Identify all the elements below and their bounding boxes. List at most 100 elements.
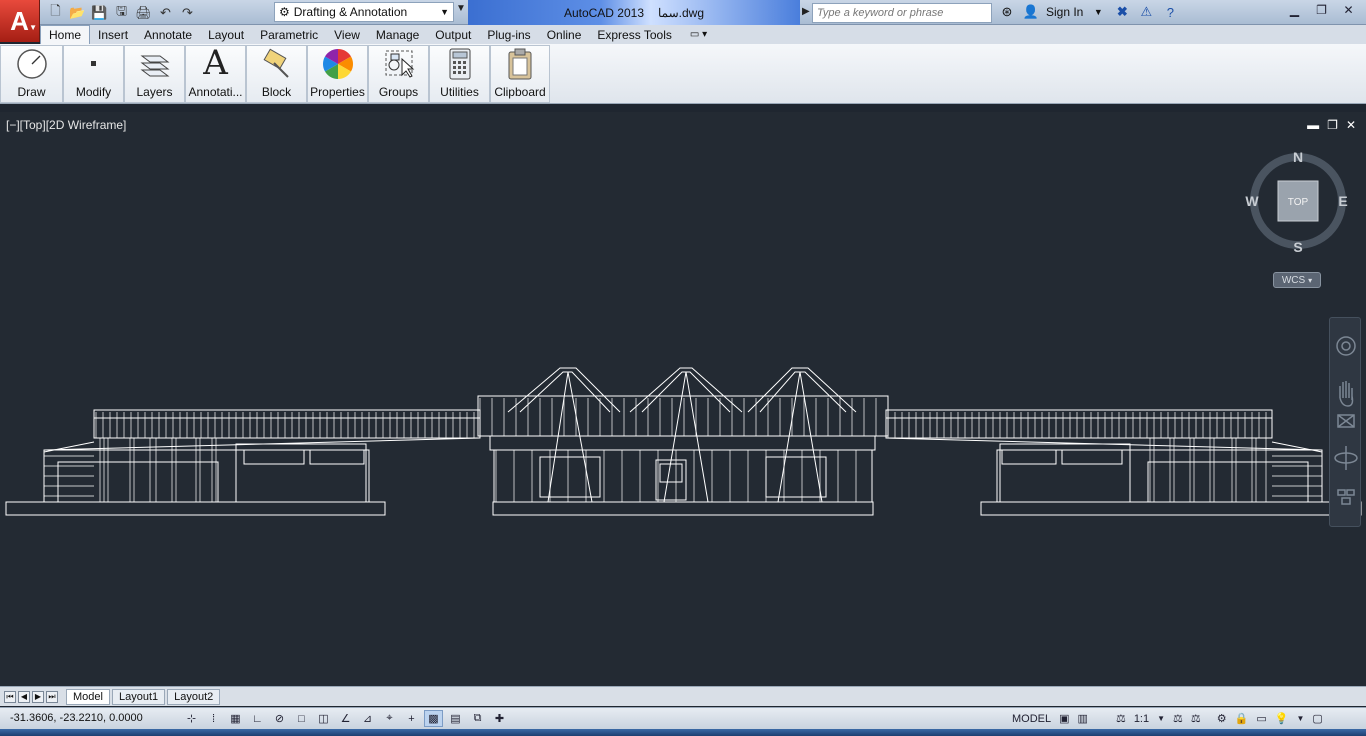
- new-file-icon[interactable]: 🗋: [46, 3, 65, 22]
- tab-output[interactable]: Output: [427, 25, 479, 44]
- os-taskbar: [0, 729, 1366, 736]
- hardware-acceleration-icon[interactable]: ▭: [1254, 710, 1268, 727]
- zoom-extents-icon[interactable]: [1337, 414, 1355, 428]
- quick-properties-icon[interactable]: ▤: [446, 710, 465, 727]
- selection-cycling-icon[interactable]: ⧉: [468, 710, 487, 727]
- restore-icon[interactable]: ❐: [1308, 0, 1335, 20]
- ortho-mode-icon[interactable]: ∟: [248, 710, 267, 727]
- ucs-menu[interactable]: WCS ▾: [1273, 272, 1321, 288]
- save-icon[interactable]: 💾: [90, 3, 109, 22]
- tab-online[interactable]: Online: [539, 25, 590, 44]
- isolate-objects-icon[interactable]: 💡: [1273, 710, 1291, 727]
- quick-view-drawings-icon[interactable]: ▥: [1076, 710, 1090, 727]
- clean-screen-icon[interactable]: ▢: [1310, 710, 1324, 727]
- groups-panel[interactable]: Groups: [368, 45, 429, 103]
- lineweight-icon[interactable]: +: [402, 710, 421, 727]
- search-input[interactable]: Type a keyword or phrase: [812, 3, 992, 23]
- customize-qat-icon[interactable]: ▼: [456, 3, 466, 14]
- annotation-scale-value[interactable]: 1:1: [1132, 710, 1151, 727]
- annotation-visibility-icon[interactable]: ⚖: [1171, 710, 1185, 727]
- steering-wheel-icon[interactable]: [1336, 336, 1356, 356]
- infer-constraints-icon[interactable]: ⊹: [182, 710, 201, 727]
- last-layout-icon[interactable]: ⏭: [46, 690, 58, 703]
- compass-west[interactable]: W: [1245, 193, 1259, 209]
- application-menu-button[interactable]: A ▼: [0, 0, 40, 42]
- prev-layout-icon[interactable]: ◀: [18, 690, 30, 703]
- first-layout-icon[interactable]: ⏮: [4, 690, 16, 703]
- exchange-icon[interactable]: ✖: [1113, 3, 1131, 21]
- viewcube[interactable]: TOP N S E W: [1240, 148, 1356, 260]
- tab-layout2[interactable]: Layout2: [167, 688, 221, 705]
- compass-north[interactable]: N: [1293, 149, 1303, 165]
- utilities-panel[interactable]: Utilities: [429, 45, 490, 103]
- lock-ui-icon[interactable]: 🔒: [1233, 710, 1251, 727]
- user-icon[interactable]: 👤: [1022, 3, 1040, 21]
- polar-tracking-icon[interactable]: ⊘: [270, 710, 289, 727]
- tab-home[interactable]: Home: [40, 24, 91, 45]
- plot-icon[interactable]: 🖨: [134, 3, 153, 22]
- close-icon[interactable]: ✕: [1335, 0, 1362, 20]
- layers-panel[interactable]: Layers: [124, 45, 185, 103]
- coordinate-readout[interactable]: -31.3606, -23.2210, 0.0000: [10, 712, 143, 724]
- pan-hand-icon[interactable]: [1339, 381, 1354, 407]
- play-icon[interactable]: ▶: [802, 6, 810, 17]
- workspace-switching-icon[interactable]: ⚙: [1215, 710, 1229, 727]
- model-space-button[interactable]: MODEL: [1010, 710, 1053, 727]
- clipboard-label: Clipboard: [494, 85, 546, 99]
- chevron-down-icon: ▼: [440, 7, 449, 17]
- tab-parametric[interactable]: Parametric: [252, 25, 326, 44]
- object-snap-icon[interactable]: □: [292, 710, 311, 727]
- tab-plug-ins[interactable]: Plug-ins: [479, 25, 538, 44]
- showmotion-icon[interactable]: [1337, 489, 1355, 505]
- chevron-down-icon[interactable]: ▼: [1155, 710, 1167, 727]
- tab-express-tools[interactable]: Express Tools: [589, 25, 679, 44]
- modify-label: Modify: [75, 85, 112, 99]
- workspace-select[interactable]: ⚙ Drafting & Annotation ▼: [274, 2, 454, 22]
- annotation-label: Annotati...: [188, 85, 243, 99]
- ribbon-minimize-icon[interactable]: ▭ ▾: [690, 29, 707, 40]
- redo-icon[interactable]: ↷: [178, 3, 197, 22]
- snap-mode-icon[interactable]: ⁞: [204, 710, 223, 727]
- annotation-monitor-icon[interactable]: ✚: [490, 710, 509, 727]
- autodesk-360-icon[interactable]: ⚠: [1137, 3, 1155, 21]
- annotation-scale-icon[interactable]: ⚖: [1114, 710, 1128, 727]
- viewcube-top-face[interactable]: TOP: [1288, 197, 1309, 208]
- tab-annotate[interactable]: Annotate: [136, 25, 200, 44]
- annotation-panel[interactable]: A Annotati...: [185, 43, 246, 103]
- orbit-icon[interactable]: [1334, 446, 1358, 470]
- dynamic-input-icon[interactable]: ⌖: [380, 710, 399, 727]
- block-panel[interactable]: Block: [246, 45, 307, 103]
- tab-layout1[interactable]: Layout1: [111, 688, 166, 705]
- compass-east[interactable]: E: [1338, 193, 1347, 209]
- clipboard-panel[interactable]: Clipboard: [490, 45, 550, 103]
- tab-layout[interactable]: Layout: [200, 25, 252, 44]
- save-as-icon[interactable]: 🖫: [112, 3, 131, 22]
- transparency-icon[interactable]: ▩: [424, 710, 443, 727]
- chevron-down-icon[interactable]: ▼: [1089, 3, 1107, 21]
- auto-scale-icon[interactable]: ⚖: [1189, 710, 1203, 727]
- sign-in-button[interactable]: Sign In: [1046, 5, 1083, 19]
- drawing-viewport[interactable]: [−][Top][2D Wireframe] ▬ ❐ ✕ TOP N S E W…: [0, 112, 1366, 686]
- status-menu-icon[interactable]: ▼: [1294, 710, 1306, 727]
- dynamic-ucs-icon[interactable]: ⊿: [358, 710, 377, 727]
- draw-circle-icon: [16, 46, 48, 81]
- binoculars-icon[interactable]: ⊛: [998, 3, 1016, 21]
- tab-insert[interactable]: Insert: [90, 25, 136, 44]
- grid-display-icon[interactable]: ▦: [226, 710, 245, 727]
- quick-view-layouts-icon[interactable]: ▣: [1057, 710, 1071, 727]
- open-file-icon[interactable]: 📂: [68, 3, 87, 22]
- properties-panel[interactable]: Properties: [307, 45, 368, 103]
- help-icon[interactable]: ?: [1161, 3, 1179, 21]
- compass-south[interactable]: S: [1293, 239, 1302, 255]
- tab-manage[interactable]: Manage: [368, 25, 427, 44]
- minimize-icon[interactable]: ▁: [1281, 0, 1308, 20]
- undo-icon[interactable]: ↶: [156, 3, 175, 22]
- draw-panel[interactable]: Draw: [0, 45, 63, 103]
- object-snap-tracking-icon[interactable]: ∠: [336, 710, 355, 727]
- tab-view[interactable]: View: [326, 25, 368, 44]
- next-layout-icon[interactable]: ▶: [32, 690, 44, 703]
- groups-icon: [382, 46, 416, 81]
- 3d-object-snap-icon[interactable]: ◫: [314, 710, 333, 727]
- tab-model[interactable]: Model: [66, 688, 110, 705]
- modify-panel[interactable]: Modify: [63, 45, 124, 103]
